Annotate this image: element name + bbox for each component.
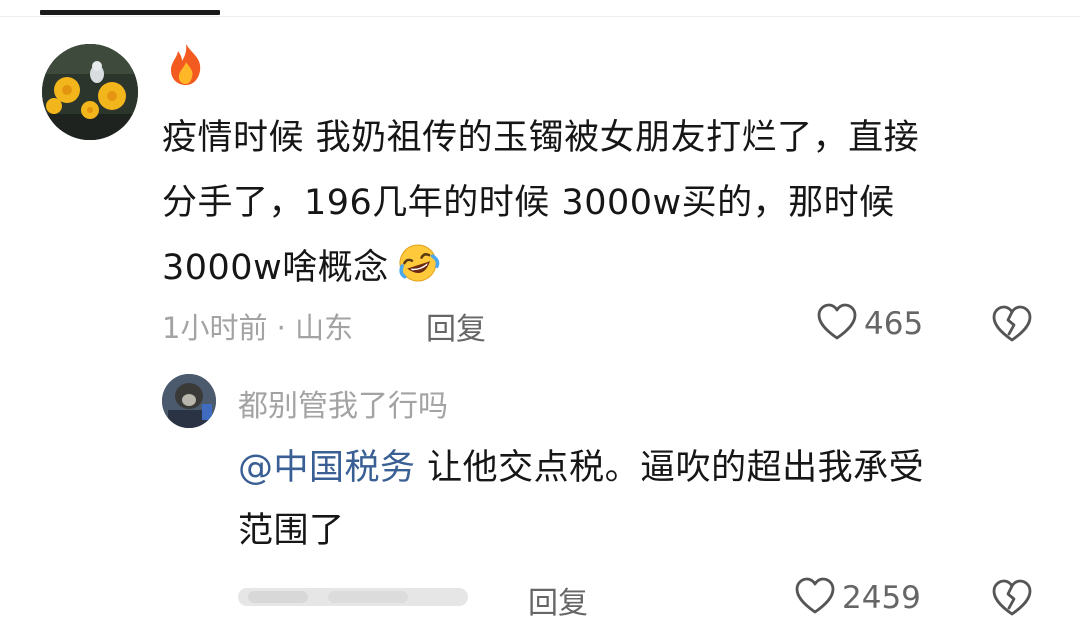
avatar-flowers-image: [42, 44, 138, 140]
reply-avatar[interactable]: [162, 374, 216, 428]
reply-line: 范围了: [238, 511, 345, 551]
reply-text: @中国税务 让他交点税。逼吹的超出我承受 范围了: [238, 437, 1018, 563]
top-divider: [0, 0, 1080, 22]
heart-icon: [816, 302, 858, 346]
like-button[interactable]: 2459: [794, 576, 921, 620]
broken-heart-icon: [990, 579, 1034, 622]
blurred-meta: [238, 580, 478, 614]
reply-username[interactable]: 都别管我了行吗: [238, 381, 448, 425]
comment-meta-row: 1小时前 · 山东 回复 465: [162, 300, 1042, 352]
mention-link[interactable]: @中国税务: [238, 448, 416, 488]
broken-heart-icon: [990, 305, 1034, 348]
fire-icon: [166, 42, 206, 86]
like-count: 465: [864, 306, 924, 342]
comment-line: 分手了，196几年的时候 3000w买的，那时候: [162, 183, 895, 223]
reply-line: @中国税务 让他交点税。逼吹的超出我承受: [238, 437, 1018, 500]
dislike-button[interactable]: [990, 304, 1034, 348]
divider-line: [0, 16, 1080, 17]
heart-icon: [794, 576, 836, 620]
rofl-emoji-icon: [393, 241, 443, 285]
dislike-button[interactable]: [990, 578, 1034, 622]
comment-line-text: 3000w啥概念: [162, 248, 389, 288]
avatar-image: [162, 374, 216, 428]
comment-text: 疫情时候 我奶祖传的玉镯被女朋友打烂了，直接 分手了，196几年的时候 3000…: [162, 106, 1032, 301]
reply-button[interactable]: 回复: [426, 304, 486, 348]
reply-button[interactable]: 回复: [528, 578, 588, 622]
comment-line: 3000w啥概念: [162, 236, 1032, 301]
avatar[interactable]: [42, 44, 138, 140]
like-button[interactable]: 465: [816, 302, 923, 346]
like-count: 2459: [842, 580, 921, 616]
active-tab-indicator: [40, 10, 220, 15]
reply-line-text: 让他交点税。逼吹的超出我承受: [415, 448, 925, 488]
comment-meta: 1小时前 · 山东: [162, 311, 354, 345]
comment-line: 疫情时候 我奶祖传的玉镯被女朋友打烂了，直接: [162, 118, 920, 158]
